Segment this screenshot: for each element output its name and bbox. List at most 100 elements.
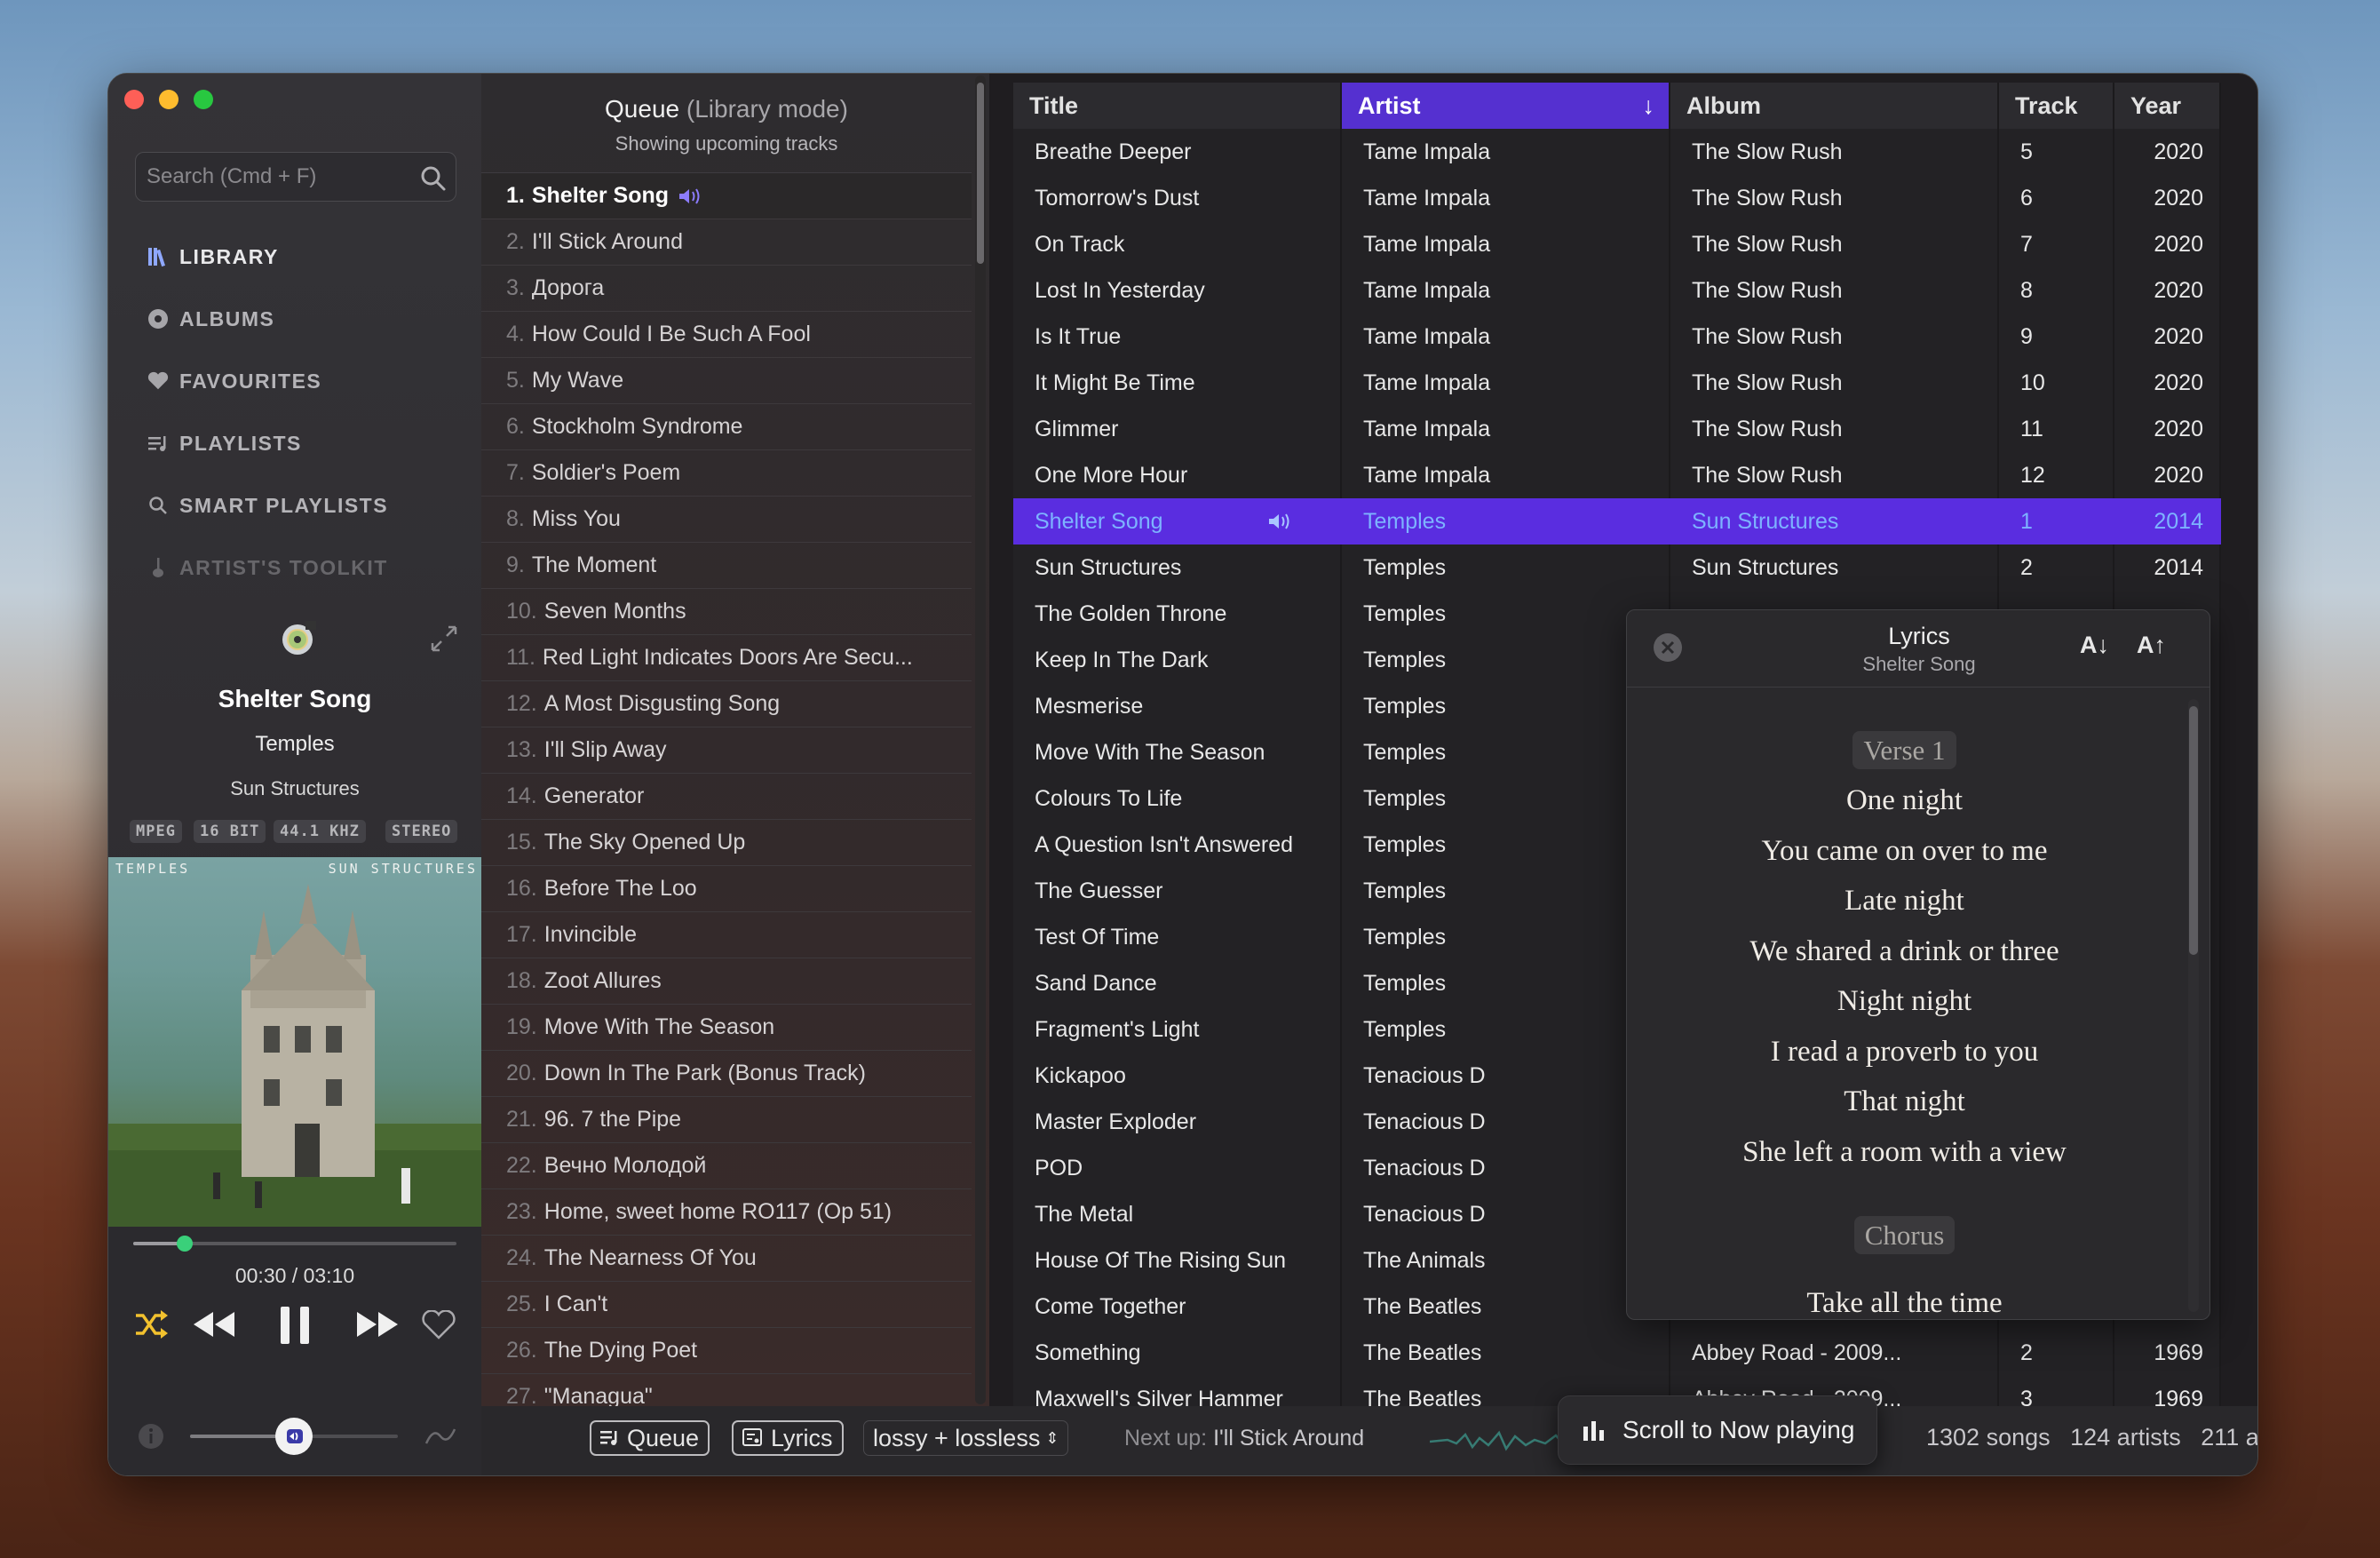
zoom-window-button[interactable] [194,90,213,109]
increase-font-icon[interactable]: A↑ [2137,632,2166,659]
queue-item[interactable]: 4. How Could I Be Such A Fool [481,312,972,358]
table-cell-year: 2020 [2154,370,2203,395]
nav-label: ARTIST'S TOOLKIT [179,555,388,579]
queue-scrollbar-track[interactable] [975,76,986,1404]
queue-item[interactable]: 9. The Moment [481,543,972,589]
decrease-font-icon[interactable]: A↓ [2080,632,2109,659]
column-header-title[interactable]: Title [1013,83,1342,129]
info-icon[interactable] [137,1422,165,1451]
favourite-heart-icon[interactable] [421,1310,456,1340]
nav-item-smart-playlists[interactable]: SMART PLAYLISTS [147,488,388,523]
table-row[interactable]: It Might Be Time Tame Impala The Slow Rush… [1013,360,2221,406]
column-header-year[interactable]: Year [2114,83,2221,129]
queue-header: Queue (Library mode) Showing upcoming tr… [481,74,972,173]
nav-item-favourites[interactable]: FAVOURITES [147,363,321,399]
queue-item-playing[interactable]: 1. Shelter Song [481,173,972,219]
table-cell-track: 2 [2020,1340,2033,1365]
table-row[interactable]: Glimmer Tame Impala The Slow Rush 11 2020 [1013,406,2221,452]
queue-toggle-button[interactable]: Queue [590,1420,710,1456]
volume-handle[interactable] [275,1418,313,1455]
close-window-button[interactable] [124,90,144,109]
queue-item[interactable]: 25. I Can't [481,1282,972,1328]
column-header-track[interactable]: Track [1999,83,2114,129]
select-chevron-icon: ⇕ [1045,1428,1059,1447]
nav-item-library[interactable]: LIBRARY [147,239,279,274]
table-row[interactable]: Sun Structures Temples Sun Structures 2 2014 [1013,545,2221,591]
queue-item-number: 17. [506,922,537,947]
table-cell-year: 2020 [2154,186,2203,211]
table-cell-track: 7 [2020,232,2033,257]
queue-item-title: Miss You [531,506,621,531]
queue-item[interactable]: 13. I'll Slip Away [481,727,972,774]
queue-item[interactable]: 26. The Dying Poet [481,1328,972,1374]
table-row[interactable]: Breathe Deeper Tame Impala The Slow Rush 5 2… [1013,129,2221,175]
now-playing-album[interactable]: Sun Structures [108,777,481,800]
queue-item[interactable]: 15. The Sky Opened Up [481,820,972,866]
queue-item[interactable]: 23. Home, sweet home RO117 (Op 51) [481,1189,972,1236]
lyrics-toggle-label: Lyrics [771,1424,833,1451]
search-icon[interactable] [420,165,447,192]
queue-item[interactable]: 21. 96. 7 the Pipe [481,1097,972,1143]
nav-item-playlists[interactable]: PLAYLISTS [147,425,302,461]
queue-item[interactable]: 19. Move With The Season [481,1005,972,1051]
queue-item[interactable]: 17. Invincible [481,912,972,958]
queue-item[interactable]: 14. Generator [481,774,972,820]
table-cell-artist: Tame Impala [1363,232,1491,257]
queue-item[interactable]: 10. Seven Months [481,589,972,635]
seek-handle[interactable] [176,1236,193,1252]
queue-item[interactable]: 18. Zoot Allures [481,958,972,1005]
table-cell-year: 2014 [2154,509,2203,534]
expand-icon[interactable] [430,624,458,653]
table-cell-artist: Tenacious D [1363,1202,1486,1227]
minimize-window-button[interactable] [159,90,178,109]
table-cell-year: 2020 [2154,232,2203,257]
next-up[interactable]: Next up: I'll Stick Around [1124,1426,1364,1451]
nav-label: SMART PLAYLISTS [179,493,389,517]
table-cell-year: 2020 [2154,324,2203,349]
queue-item[interactable]: 5. My Wave [481,358,972,404]
queue-item[interactable]: 11. Red Light Indicates Doors Are Secu... [481,635,972,681]
table-cell-title: The Guesser [1035,878,1163,903]
table-row[interactable]: On Track Tame Impala The Slow Rush 7 2020 [1013,221,2221,267]
queue-item[interactable]: 8. Miss You [481,497,972,543]
shuffle-icon[interactable] [133,1308,169,1340]
scroll-to-now-playing-button[interactable]: Scroll to Now playing [1558,1395,1877,1465]
queue-item[interactable]: 3. Дорога [481,266,972,312]
queue-item[interactable]: 12. A Most Disgusting Song [481,681,972,727]
queue-item[interactable]: 22. Вечно Молодой [481,1143,972,1189]
queue-item-title: Home, sweet home RO117 (Op 51) [543,1199,892,1224]
guitar-icon [147,557,169,578]
quality-filter-select[interactable]: lossy + lossless ⇕ [863,1420,1069,1456]
table-cell-title: Master Exploder [1035,1109,1197,1134]
queue-item[interactable]: 20. Down In The Park (Bonus Track) [481,1051,972,1097]
queue-item[interactable]: 6. Stockholm Syndrome [481,404,972,450]
pause-icon[interactable] [277,1305,313,1346]
table-row[interactable]: Tomorrow's Dust Tame Impala The Slow Rush 6… [1013,175,2221,221]
table-cell-album: The Slow Rush [1692,370,1843,395]
queue-item-title: Move With The Season [543,1014,775,1039]
queue-item-number: 3. [506,275,525,300]
table-row[interactable]: Lost In Yesterday Tame Impala The Slow Rus… [1013,267,2221,314]
column-header-artist[interactable]: Artist ↓ [1342,83,1670,129]
queue-scrollbar-thumb[interactable] [977,83,984,264]
queue-item[interactable]: 16. Before The Loo [481,866,972,912]
nav-item-albums[interactable]: ALBUMS [147,301,274,337]
fast-forward-icon[interactable] [353,1310,400,1339]
search-input[interactable] [147,162,404,192]
queue-item[interactable]: 2. I'll Stick Around [481,219,972,266]
lyrics-scrollbar-thumb[interactable] [2189,706,2198,955]
table-row[interactable]: One More Hour Tame Impala The Slow Rush 12 2… [1013,452,2221,498]
rewind-icon[interactable] [192,1310,238,1339]
waveform-toggle-icon[interactable] [424,1426,456,1447]
lyrics-toggle-button[interactable]: Lyrics [732,1420,844,1456]
queue-item[interactable]: 24. The Nearness Of You [481,1236,972,1282]
table-row[interactable]: Is It True Tame Impala The Slow Rush 9 2020 [1013,314,2221,360]
table-row[interactable]: Something The Beatles Abbey Road - 2009...… [1013,1330,2221,1376]
queue-item-title: Seven Months [543,599,686,624]
nav-item-artists-toolkit[interactable]: ARTIST'S TOOLKIT [147,550,388,585]
queue-item[interactable]: 7. Soldier's Poem [481,450,972,497]
table-row-playing[interactable]: Shelter Song Temples Sun Structures 1 2014 [1013,498,2221,545]
column-header-album[interactable]: Album [1670,83,1999,129]
album-art-illustration [108,884,481,1227]
now-playing-artist[interactable]: Temples [108,732,481,757]
